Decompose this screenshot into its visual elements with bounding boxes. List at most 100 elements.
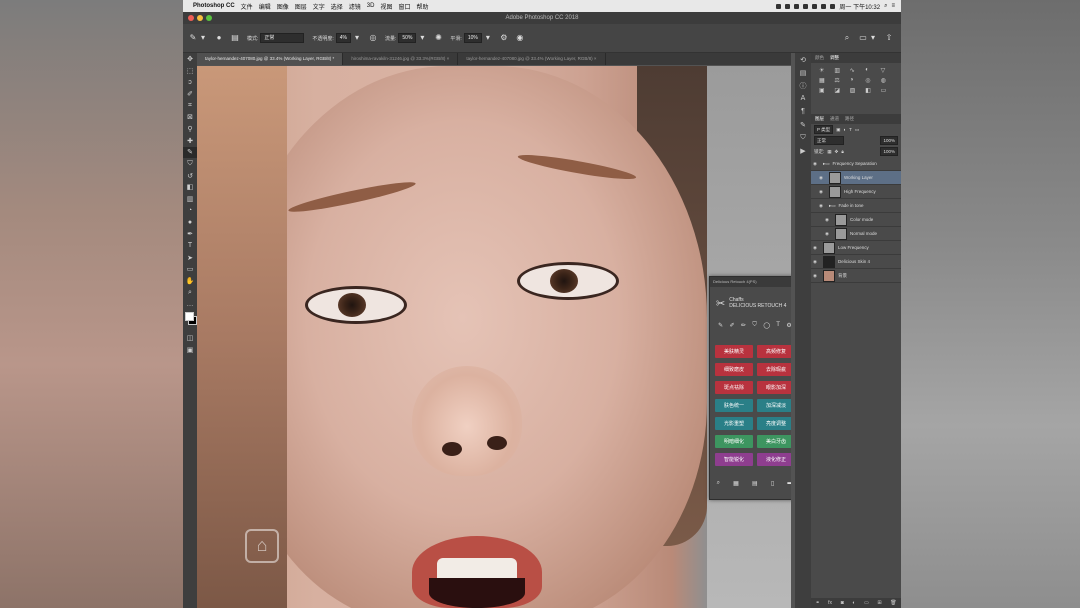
menu-filter[interactable]: 滤镜 <box>349 2 361 11</box>
settings-icon[interactable]: ⚙ <box>786 322 791 329</box>
layer-row[interactable]: ◉ Low Frequency <box>811 241 901 255</box>
chevron-down-icon[interactable]: ▾ <box>418 34 426 42</box>
plugin-action-button[interactable]: 光影重塑 <box>715 417 753 430</box>
layer-row[interactable]: ◉ ▸▭ Frequency Separation <box>811 157 901 171</box>
plugin-action-button[interactable]: 美白牙齿 <box>757 435 791 448</box>
more-tools-icon[interactable]: … <box>183 298 197 310</box>
status-icon[interactable] <box>803 3 809 9</box>
document-tab-active[interactable]: taylor-hernandez-407080.jpg @ 33.4% (Wor… <box>197 53 344 65</box>
layer-row[interactable]: ◉ ▸▭ Fade in tone <box>811 199 901 213</box>
brush-panel-toggle[interactable]: ▤ <box>231 34 239 42</box>
brightness-contrast-icon[interactable]: ☀ <box>819 67 831 74</box>
flow-field[interactable]: 50% <box>398 33 417 43</box>
share-button[interactable]: ⇧ <box>885 34 893 42</box>
plugin-action-button[interactable]: 细致磨皮 <box>715 363 753 376</box>
pressure-size-toggle[interactable]: ◉ <box>516 34 524 42</box>
menu-list-icon[interactable]: ≡ <box>891 3 895 9</box>
menu-view[interactable]: 视图 <box>380 2 392 11</box>
threshold-icon[interactable]: ◧ <box>865 87 877 94</box>
zoom-window-icon[interactable] <box>206 15 212 21</box>
levels-icon[interactable]: ▥ <box>834 67 846 74</box>
menu-window[interactable]: 窗口 <box>398 2 410 11</box>
marquee-tool-icon[interactable]: ⬚ <box>183 65 197 77</box>
new-group-icon[interactable]: ▭ <box>864 600 869 606</box>
quick-mask-icon[interactable]: ◫ <box>183 332 197 344</box>
visibility-eye-icon[interactable]: ◉ <box>813 273 820 279</box>
plugin-action-button[interactable]: 高频修复 <box>757 345 791 358</box>
filter-pixel-icon[interactable]: ▣ <box>836 127 840 133</box>
layer-row[interactable]: ◉ Normal mode <box>811 227 901 241</box>
visibility-eye-icon[interactable]: ◉ <box>819 175 826 181</box>
lasso-tool-icon[interactable]: ↄ <box>183 76 197 88</box>
volume-icon[interactable] <box>821 3 827 9</box>
history-brush-tool-icon[interactable]: ↺ <box>183 170 197 182</box>
plugin-action-button[interactable]: 美肤精灵 <box>715 345 753 358</box>
pressure-opacity-toggle[interactable]: ◎ <box>369 34 377 42</box>
tab-adjustments[interactable]: 调整 <box>830 55 839 61</box>
hand-tool-icon[interactable]: ✋ <box>183 275 197 287</box>
minimize-window-icon[interactable] <box>197 15 203 21</box>
visibility-eye-icon[interactable]: ◉ <box>813 259 820 265</box>
tab-channels[interactable]: 通道 <box>830 116 839 122</box>
layer-row[interactable]: ◉ Working Layer <box>811 171 901 185</box>
plugin-action-button[interactable]: 明暗细化 <box>715 435 753 448</box>
blend-mode-select[interactable]: 正常 <box>814 136 844 145</box>
layer-style-icon[interactable]: fx <box>828 600 832 606</box>
menu-app-name[interactable]: Photoshop CC <box>193 3 235 9</box>
menu-image[interactable]: 图像 <box>277 2 289 11</box>
exposure-icon[interactable]: ◐ <box>865 67 877 74</box>
layer-fill-field[interactable]: 100% <box>880 147 898 156</box>
smoothing-options[interactable]: ⚙ <box>500 34 508 42</box>
menubar-clock[interactable]: 周一 下午10:32 <box>839 2 880 11</box>
tab-layers[interactable]: 图层 <box>815 116 824 122</box>
eraser-tool-icon[interactable]: ◧ <box>183 182 197 194</box>
delete-icon[interactable]: ▬ <box>787 480 791 486</box>
plugin-action-button[interactable]: 智能锐化 <box>715 453 753 466</box>
brush-preset-picker[interactable]: ✎ ▾ <box>189 34 207 42</box>
visibility-eye-icon[interactable]: ◉ <box>813 245 820 251</box>
brush-icon[interactable]: ✐ <box>730 322 735 329</box>
search-icon[interactable]: ⌕ <box>717 480 720 487</box>
layer-kind-filter[interactable]: P 类型 <box>814 125 834 134</box>
plugin-action-button[interactable]: 眼影加深 <box>757 381 791 394</box>
pen-icon[interactable]: ✎ <box>718 322 723 329</box>
properties-panel-icon[interactable]: ▤ <box>795 66 811 79</box>
move-tool-icon[interactable]: ✥ <box>183 53 197 65</box>
workspace-switcher[interactable]: ▭ ▾ <box>859 34 877 42</box>
color-balance-icon[interactable]: ⚖ <box>834 77 846 84</box>
rectangle-tool-icon[interactable]: ▭ <box>183 263 197 275</box>
opacity-field[interactable]: 4% <box>335 33 352 43</box>
airbrush-toggle[interactable]: ✺ <box>434 34 442 42</box>
document-canvas[interactable]: ⌂ Delicious Retouch 4(PS) ≡ ✂ Chaffs DEL… <box>197 66 791 608</box>
plugin-action-button[interactable]: 去除瑕疵 <box>757 363 791 376</box>
gradient-map-icon[interactable]: ▭ <box>881 87 893 94</box>
status-icon[interactable] <box>785 3 791 9</box>
filter-shape-icon[interactable]: ▭ <box>855 127 859 133</box>
menu-edit[interactable]: 编辑 <box>259 2 271 11</box>
path-select-tool-icon[interactable]: ➤ <box>183 252 197 264</box>
status-icon[interactable] <box>794 3 800 9</box>
hue-saturation-icon[interactable]: ▦ <box>819 77 831 84</box>
mode-select[interactable]: 正常 <box>260 33 305 43</box>
chevron-down-icon[interactable]: ▾ <box>353 34 361 42</box>
info-panel-icon[interactable]: ⓘ <box>795 79 811 92</box>
screen-mode-icon[interactable]: ▣ <box>183 344 197 356</box>
visibility-eye-icon[interactable]: ◉ <box>813 161 820 167</box>
trash-icon[interactable]: 🗑︎ <box>890 600 896 606</box>
lock-pixels-icon[interactable]: ▦ <box>827 149 831 155</box>
lock-position-icon[interactable]: ✥ <box>835 149 839 155</box>
foreground-color-swatch[interactable] <box>185 312 194 322</box>
channel-mixer-icon[interactable]: ◍ <box>881 77 893 84</box>
link-layers-icon[interactable]: ⚭ <box>815 600 819 606</box>
menu-file[interactable]: 文件 <box>241 2 253 11</box>
invert-icon[interactable]: ◪ <box>834 87 846 94</box>
add-mask-icon[interactable]: ◙ <box>841 600 844 606</box>
document-tab[interactable]: hiroshima-ravakiln-31246.jpg @ 33.3%(RGB… <box>343 53 459 65</box>
menu-layer[interactable]: 图层 <box>295 2 307 11</box>
blur-tool-icon[interactable]: ◔ <box>183 205 197 217</box>
layer-row[interactable]: ◉ Color mode <box>811 213 901 227</box>
color-lookup-icon[interactable]: ▣ <box>819 87 831 94</box>
clone-source-panel-icon[interactable]: ⛉ <box>795 131 811 144</box>
search-button[interactable]: ⌕ <box>843 34 851 42</box>
pencil-icon[interactable]: ✏ <box>741 322 746 329</box>
